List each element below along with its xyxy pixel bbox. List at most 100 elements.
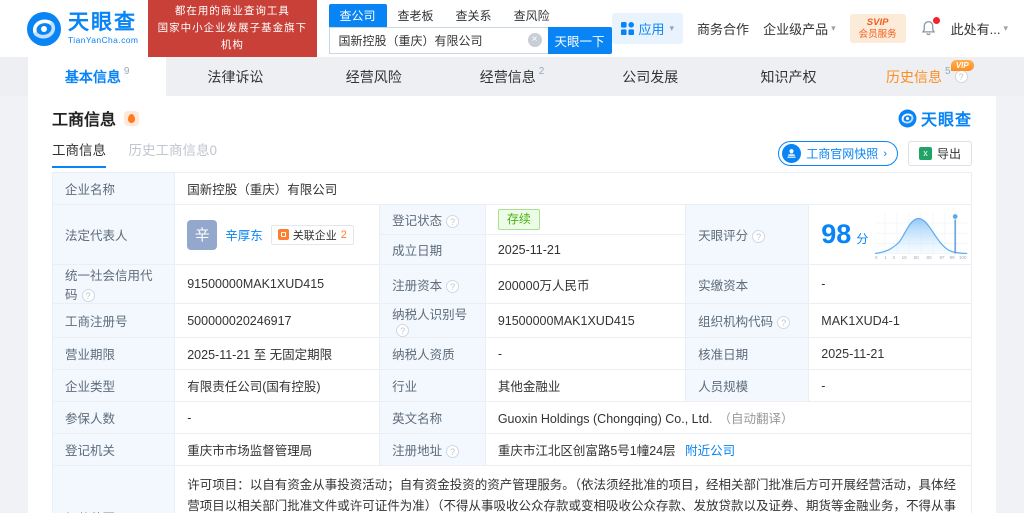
vip-badge: VIP bbox=[950, 60, 974, 71]
field-label: 经营范围? bbox=[51, 465, 176, 513]
apps-grid-icon bbox=[620, 22, 634, 35]
score-cell[interactable]: 98 分 0 1 3 10 50 80 97 99 100 bbox=[808, 204, 972, 265]
field-label: 成立日期 bbox=[379, 234, 486, 265]
tab-history-info[interactable]: VIP 历史信息 5 ? bbox=[858, 57, 996, 96]
avatar[interactable]: 辛 bbox=[187, 219, 218, 250]
tab-label: 法律诉讼 bbox=[207, 68, 264, 85]
section-title: 工商信息 bbox=[52, 112, 117, 129]
help-icon[interactable]: ? bbox=[81, 289, 95, 302]
apps-menu[interactable]: 应用 ▾ bbox=[611, 13, 684, 44]
export-button[interactable]: x 导出 bbox=[907, 141, 972, 166]
field-label: 登记状态? bbox=[379, 204, 486, 235]
field-label: 营业期限 bbox=[51, 337, 176, 370]
search-tab-risk[interactable]: 查风险 bbox=[503, 4, 561, 27]
caret-down-icon: ▾ bbox=[831, 23, 836, 33]
business-scope: 许可项目：以自有资金从事投资活动；自有资金投资的资产管理服务。（依法须经批准的项… bbox=[174, 465, 972, 513]
help-icon[interactable]: ? bbox=[396, 324, 410, 337]
tab-operational-risk[interactable]: 经营风险 bbox=[305, 57, 443, 96]
svg-text:99: 99 bbox=[950, 255, 956, 260]
help-icon[interactable]: ? bbox=[777, 316, 791, 329]
user-name: 此处有... bbox=[950, 22, 1001, 37]
user-menu[interactable]: 此处有... ▾ bbox=[951, 19, 1008, 38]
score-unit: 分 bbox=[856, 232, 869, 246]
svg-text:97: 97 bbox=[940, 255, 946, 260]
main-tabbar: 基本信息 9 法律诉讼 经营风险 经营信息 2 公司发展 知识产权 VIP 历史信息… bbox=[0, 57, 1024, 96]
card-header: 工商信息 天眼查 bbox=[52, 106, 972, 130]
registered-address: 重庆市江北区创富路5号1幢24层 bbox=[497, 444, 676, 458]
field-label: 实缴资本 bbox=[685, 264, 810, 304]
subtabs: 工商信息 历史工商信息0 bbox=[52, 139, 217, 168]
stamp-icon bbox=[782, 144, 802, 163]
page: 天眼查 TianYanCha.com 都在用的商业查询工具 国家中小企业发展子基… bbox=[0, 0, 1024, 513]
subtab-history-business-info[interactable]: 历史工商信息0 bbox=[128, 139, 217, 166]
help-icon[interactable]: ? bbox=[446, 215, 460, 228]
label-text: 登记状态 bbox=[392, 214, 443, 228]
subtab-business-info[interactable]: 工商信息 bbox=[52, 139, 106, 168]
tab-label: 基本信息 bbox=[64, 68, 121, 85]
search-tab-company[interactable]: 查公司 bbox=[328, 3, 387, 27]
field-label: 核准日期 bbox=[685, 337, 810, 370]
help-icon[interactable]: ? bbox=[446, 445, 460, 458]
svg-text:100: 100 bbox=[959, 255, 967, 260]
status-badge: 存续 bbox=[497, 209, 540, 230]
notification-bell-icon[interactable] bbox=[920, 17, 940, 37]
field-label: 工商注册号 bbox=[51, 303, 176, 338]
staff-size: - bbox=[808, 369, 972, 402]
field-label: 组织机构代码? bbox=[685, 303, 810, 338]
subtab-row: 工商信息 历史工商信息0 工商官网快照 › x 导出 bbox=[52, 139, 972, 168]
table-row: 登记机关 重庆市市场监督管理局 注册地址? 重庆市江北区创富路5号1幢24层 附… bbox=[51, 433, 973, 466]
tab-basic-info[interactable]: 基本信息 9 bbox=[28, 57, 167, 96]
watermark-text: 天眼查 bbox=[920, 112, 972, 129]
brand-name: 天眼查 bbox=[68, 11, 137, 35]
tab-intellectual-property[interactable]: 知识产权 bbox=[719, 57, 857, 96]
apps-label: 应用 bbox=[638, 22, 665, 37]
tab-label: 公司发展 bbox=[622, 68, 679, 85]
score-value: 98 bbox=[821, 219, 852, 249]
table-row: 企业名称 国新控股（重庆）有限公司 bbox=[51, 172, 972, 205]
search-button[interactable]: 天眼一下 bbox=[547, 26, 612, 54]
registered-capital: 200000万人民币 bbox=[484, 264, 687, 304]
field-label: 法定代表人 bbox=[51, 204, 176, 265]
help-icon[interactable]: ? bbox=[954, 70, 968, 83]
site-header: 天眼查 TianYanCha.com 都在用的商业查询工具 国家中小企业发展子基… bbox=[0, 0, 1024, 58]
official-snapshot-button[interactable]: 工商官网快照 › bbox=[778, 141, 898, 166]
search-tab-boss[interactable]: 查老板 bbox=[387, 4, 445, 27]
english-name: Guoxin Holdings (Chongqing) Co., Ltd. bbox=[497, 412, 713, 426]
field-label: 英文名称 bbox=[379, 401, 486, 434]
nav-cooperation[interactable]: 商务合作 bbox=[697, 19, 749, 38]
company-type: 有限责任公司(国有控股) bbox=[174, 369, 381, 402]
search-area: 查公司 查老板 查关系 查风险 × 天眼一下 bbox=[328, 3, 612, 54]
svip-member-button[interactable]: SVIP 会员服务 bbox=[849, 13, 906, 44]
tianyancha-logo-icon bbox=[26, 11, 62, 47]
help-icon[interactable]: ? bbox=[752, 230, 766, 243]
tab-count: 5 bbox=[945, 66, 951, 77]
related-company-badge[interactable]: 关联企业 2 bbox=[270, 224, 354, 245]
search-box: × 天眼一下 bbox=[328, 26, 612, 54]
taxpayer-quality: - bbox=[484, 337, 687, 370]
search-input[interactable] bbox=[328, 26, 548, 54]
search-tab-relation[interactable]: 查关系 bbox=[445, 4, 503, 27]
field-label: 参保人数 bbox=[51, 401, 176, 434]
legal-rep-link[interactable]: 辛厚东 bbox=[225, 225, 263, 244]
tianyancha-logo[interactable]: 天眼查 TianYanCha.com bbox=[26, 11, 138, 47]
tab-label: 知识产权 bbox=[760, 68, 817, 85]
table-row: 工商注册号 500000020246917 纳税人识别号? 91500000MA… bbox=[51, 303, 972, 338]
nearby-companies-link[interactable]: 附近公司 bbox=[685, 444, 735, 458]
approval-date: 2025-11-21 bbox=[808, 337, 972, 370]
registration-number: 500000020246917 bbox=[174, 303, 381, 338]
establish-date: 2025-11-21 bbox=[484, 234, 687, 265]
tab-company-development[interactable]: 公司发展 bbox=[581, 57, 719, 96]
insured-count: - bbox=[174, 401, 381, 434]
svip-label: SVIP bbox=[866, 16, 889, 28]
table-row: 经营范围? 许可项目：以自有资金从事投资活动；自有资金投资的资产管理服务。（依法… bbox=[51, 465, 972, 513]
arrow-right-icon: › bbox=[883, 147, 887, 160]
tab-legal-litigation[interactable]: 法律诉讼 bbox=[166, 57, 304, 96]
tab-operation-info[interactable]: 经营信息 2 bbox=[443, 57, 581, 96]
nav-enterprise[interactable]: 企业级产品 ▾ bbox=[763, 19, 836, 38]
label-text: 天眼评分 bbox=[698, 229, 749, 243]
registry-authority: 重庆市市场监督管理局 bbox=[174, 433, 381, 466]
caret-down-icon: ▾ bbox=[669, 23, 675, 33]
help-icon[interactable]: ? bbox=[446, 279, 460, 293]
field-label: 纳税人资质 bbox=[379, 337, 486, 370]
clear-icon[interactable]: × bbox=[527, 32, 542, 47]
